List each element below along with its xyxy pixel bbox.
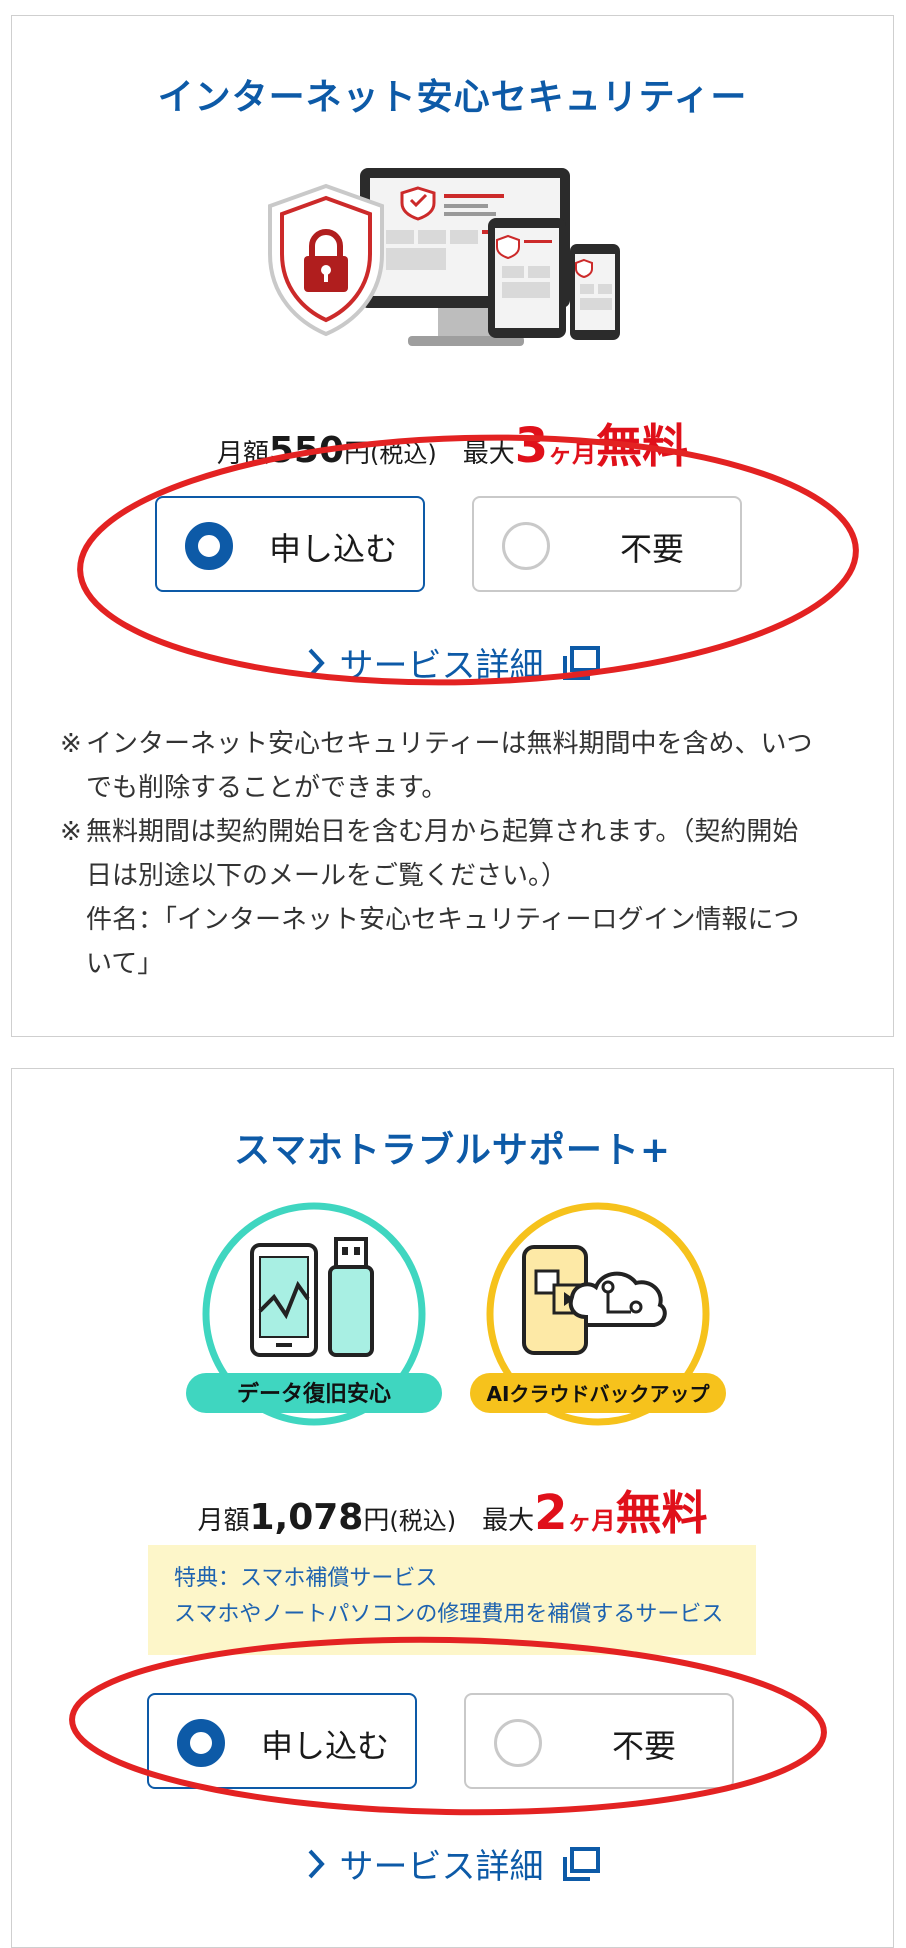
radio-selected-icon [185,522,233,570]
price-max-label: 最大 [462,439,515,469]
detail-link-label: サービス詳細 [339,1847,544,1887]
security-price: 月額550円(税込) 最大3ヶ月無料 [12,410,893,476]
security-card: インターネット安心セキュリティー 月額550円(税込) 最大3ヶ月無料 申し込む… [11,15,894,1037]
security-apply-option[interactable]: 申し込む [155,496,425,592]
note-line: 日は別途以下のメールをご覧ください。） [86,861,568,891]
detail-link-label: サービス詳細 [339,646,544,686]
support-apply-option[interactable]: 申し込む [147,1693,417,1789]
decline-label: 不要 [620,530,685,568]
ai-cloud-backup-badge: AIクラウドバックアップ [470,1202,726,1426]
support-price: 月額1,078円(税込) 最大2ヶ月無料 [12,1477,893,1543]
free-months-unit: ヶ月 [567,1507,616,1535]
price-prefix: 月額 [216,439,269,469]
price-prefix: 月額 [197,1506,250,1536]
apply-label: 申し込む [269,530,398,568]
radio-selected-icon [177,1719,225,1767]
price-max-label: 最大 [482,1506,535,1536]
benefit-description: スマホやノートパソコンの修理費用を補償するサービス [174,1602,724,1627]
price-amount: 1,078 [249,1497,364,1538]
benefit-title: 特典：スマホ補償サービス [174,1566,438,1591]
price-unit: 円 [344,439,371,469]
chevron-right-icon [308,648,325,677]
support-card: スマホトラブルサポート+ データ復旧安心 AIクラウドバックアップ 月額1,07… [11,1068,894,1948]
note-line: ※ インターネット安心セキュリティーは無料期間中を含め、いつ [60,729,813,759]
security-detail-link[interactable]: サービス詳細 [12,638,893,687]
radio-unselected-icon [502,522,550,570]
apply-label: 申し込む [261,1727,390,1765]
note-line: でも削除することができます。 [86,773,448,803]
chevron-right-icon [308,1849,325,1878]
support-detail-link[interactable]: サービス詳細 [12,1839,893,1888]
free-label: 無料 [596,419,689,473]
price-amount: 550 [268,430,344,471]
note-line: いて」 [86,949,164,979]
security-notes: ※ インターネット安心セキュリティーは無料期間中を含め、いつ でも削除することがで… [60,722,860,986]
benefit-box: 特典：スマホ補償サービス スマホやノートパソコンの修理費用を補償するサービス [148,1545,756,1655]
security-decline-option[interactable]: 不要 [472,496,742,592]
decline-label: 不要 [612,1727,677,1765]
support-title: スマホトラブルサポート+ [233,1130,672,1171]
security-devices-illustration [268,168,620,346]
radio-unselected-icon [494,1719,542,1767]
security-title: インターネット安心セキュリティー [157,77,748,118]
note-line: 件名：「インターネット安心セキュリティーログイン情報につ [86,905,800,935]
badge-label-ai-backup: AIクラウドバックアップ [487,1382,711,1406]
price-tax: (税込) [389,1507,457,1535]
data-recovery-badge: データ復旧安心 [186,1202,442,1426]
badge-label-data-recovery: データ復旧安心 [237,1381,391,1407]
free-months-number: 3 [514,418,549,474]
free-months-unit: ヶ月 [548,440,597,468]
note-line: ※ 無料期間は契約開始日を含む月から起算されます。（契約開始 [60,817,799,847]
support-decline-option[interactable]: 不要 [464,1693,734,1789]
price-unit: 円 [363,1506,390,1536]
external-window-icon [562,645,600,680]
free-label: 無料 [615,1486,708,1540]
external-window-icon [562,1846,600,1881]
free-months-number: 2 [534,1485,568,1541]
price-tax: (税込) [370,440,437,468]
